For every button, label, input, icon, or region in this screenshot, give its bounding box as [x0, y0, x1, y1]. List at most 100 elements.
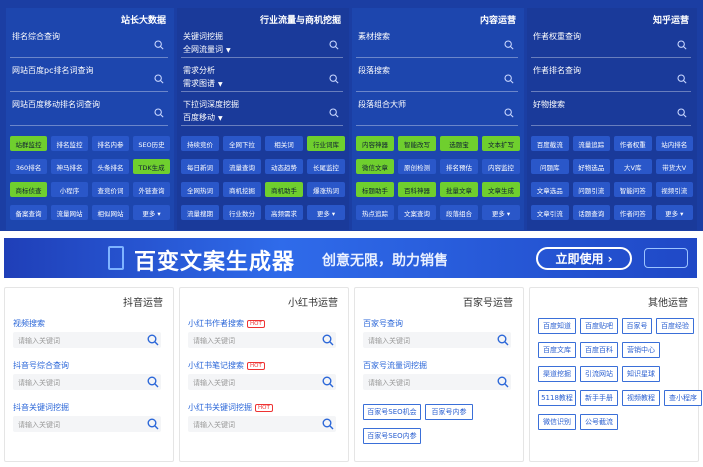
other-ops-link-button[interactable]: 新手手册	[580, 390, 618, 406]
search-icon[interactable]	[147, 418, 159, 430]
search-icon[interactable]	[504, 108, 514, 118]
panel-search-field[interactable]: 好物搜索	[531, 96, 691, 126]
tool-button[interactable]: 大V库	[614, 159, 652, 174]
tool-button[interactable]: 头条排名	[92, 159, 129, 174]
other-ops-link-button[interactable]: 营销中心	[622, 342, 660, 358]
baijia-insider-button[interactable]: 百家号内参	[425, 404, 473, 420]
tool-button[interactable]: 标题助手	[356, 182, 394, 197]
tool-button[interactable]: 爆涨热词	[307, 182, 345, 197]
tool-button[interactable]: 持续竞价	[181, 136, 219, 151]
search-icon[interactable]	[154, 74, 164, 84]
tool-button[interactable]: 文本扩写	[482, 136, 520, 151]
panel-search-field[interactable]: 段落搜索	[356, 62, 518, 92]
tool-button[interactable]: 流量查询	[223, 159, 261, 174]
use-now-button[interactable]: 立即使用 ›	[536, 247, 632, 270]
other-ops-link-button[interactable]: 视频教程	[622, 390, 660, 406]
douyin-video-search-label[interactable]: 视频搜索	[13, 318, 45, 329]
panel-search-field[interactable]: 作者权重查询	[531, 28, 691, 58]
xhs-keyword-mining-label[interactable]: 小红书关键词挖掘 HOT	[188, 402, 273, 413]
tool-button[interactable]: 流量搜期	[181, 205, 219, 220]
tool-button[interactable]: 查竞价词	[92, 182, 129, 197]
tool-button[interactable]: 百度截流	[531, 136, 569, 151]
search-icon[interactable]	[147, 376, 159, 388]
other-ops-link-button[interactable]: 5118教程	[538, 390, 576, 406]
tool-button[interactable]: 问题引流	[572, 182, 610, 197]
search-icon[interactable]	[322, 334, 334, 346]
search-icon[interactable]	[154, 40, 164, 50]
tool-button[interactable]: 全网热词	[181, 182, 219, 197]
tool-button[interactable]: 备案查询	[10, 205, 47, 220]
douyin-keyword-mining-input[interactable]: 请输入关键词	[13, 416, 161, 432]
search-icon[interactable]	[147, 334, 159, 346]
other-ops-link-button[interactable]: 百家号	[622, 318, 652, 334]
other-ops-link-button[interactable]: 百度知道	[538, 318, 576, 334]
more-dropdown-button[interactable]: 更多 ▾	[655, 205, 693, 220]
tool-button[interactable]: 内容监控	[482, 159, 520, 174]
search-icon[interactable]	[504, 40, 514, 50]
tool-button[interactable]: 作者问答	[614, 205, 652, 220]
more-dropdown-button[interactable]: 更多 ▾	[133, 205, 170, 220]
panel-search-field[interactable]: 网站百度pc排名词查询	[10, 62, 168, 92]
other-ops-link-button[interactable]: 百度贴吧	[580, 318, 618, 334]
tool-button[interactable]: 商标侦查	[10, 182, 47, 197]
search-icon[interactable]	[322, 418, 334, 430]
more-dropdown-button[interactable]: 更多 ▾	[307, 205, 345, 220]
douyin-video-search-input[interactable]: 请输入关键词	[13, 332, 161, 348]
xhs-note-search-label[interactable]: 小红书笔记搜索 HOT	[188, 360, 265, 371]
search-icon[interactable]	[154, 108, 164, 118]
other-ops-link-button[interactable]: 查小程序	[664, 390, 702, 406]
xhs-author-search-input[interactable]: 请输入关键词	[188, 332, 336, 348]
search-icon[interactable]	[329, 108, 339, 118]
search-icon[interactable]	[677, 108, 687, 118]
tool-button[interactable]: 外链查询	[133, 182, 170, 197]
baijia-query-label[interactable]: 百家号查询	[363, 318, 403, 329]
tool-button[interactable]: 排名监控	[51, 136, 88, 151]
tool-button[interactable]: 选题宝	[440, 136, 478, 151]
other-ops-link-button[interactable]: 微信识别	[538, 414, 576, 430]
tool-button[interactable]: 微信文章	[356, 159, 394, 174]
tool-button[interactable]: 文章选品	[531, 182, 569, 197]
field-dropdown[interactable]: 百度移动 ▼	[183, 112, 223, 123]
tool-button[interactable]: 热点追踪	[356, 205, 394, 220]
tool-button[interactable]: 文案查询	[398, 205, 436, 220]
tool-button[interactable]: 作者权重	[614, 136, 652, 151]
other-ops-link-button[interactable]: 百度经验	[656, 318, 694, 334]
tool-button[interactable]: 智能问答	[614, 182, 652, 197]
field-dropdown[interactable]: 需求图谱 ▼	[183, 78, 223, 89]
tool-button[interactable]: 每日新词	[181, 159, 219, 174]
search-icon[interactable]	[497, 334, 509, 346]
other-ops-link-button[interactable]: 百度文库	[538, 342, 576, 358]
tool-button[interactable]: 相关词	[265, 136, 303, 151]
panel-search-field[interactable]: 作者排名查询	[531, 62, 691, 92]
tool-button[interactable]: 360排名	[10, 159, 47, 174]
panel-search-field[interactable]: 网站百度移动排名词查询	[10, 96, 168, 126]
tool-button[interactable]: 行业词库	[307, 136, 345, 151]
other-ops-link-button[interactable]: 渠道挖掘	[538, 366, 576, 382]
tool-button[interactable]: 行业数分	[223, 205, 261, 220]
search-icon[interactable]	[329, 40, 339, 50]
tool-button[interactable]: 排名内参	[92, 136, 129, 151]
search-icon[interactable]	[497, 376, 509, 388]
tool-button[interactable]: 商机挖掘	[223, 182, 261, 197]
other-ops-link-button[interactable]: 引流网站	[580, 366, 618, 382]
douyin-account-query-input[interactable]: 请输入关键词	[13, 374, 161, 390]
tool-button[interactable]: 视频引流	[655, 182, 693, 197]
panel-search-field[interactable]: 需求分析 需求图谱 ▼	[181, 62, 343, 92]
tool-button[interactable]: 站内排名	[655, 136, 693, 151]
tool-button[interactable]: 动态趋势	[265, 159, 303, 174]
panel-search-field[interactable]: 下拉词深度挖掘 百度移动 ▼	[181, 96, 343, 126]
baijia-seo-insider-button[interactable]: 百家号SEO内参	[363, 428, 421, 444]
douyin-keyword-mining-label[interactable]: 抖音关键词挖掘	[13, 402, 69, 413]
panel-search-field[interactable]: 段落组合大师	[356, 96, 518, 126]
tool-button[interactable]: SEO历史	[133, 136, 170, 151]
search-icon[interactable]	[329, 74, 339, 84]
douyin-account-query-label[interactable]: 抖音号综合查询	[13, 360, 69, 371]
tool-button[interactable]: 问题库	[531, 159, 569, 174]
tool-button[interactable]: 全网下拉	[223, 136, 261, 151]
tool-button[interactable]: 带货大V	[655, 159, 693, 174]
tool-button[interactable]: 文章引流	[531, 205, 569, 220]
panel-search-field[interactable]: 素材搜索	[356, 28, 518, 58]
search-icon[interactable]	[677, 40, 687, 50]
tool-button[interactable]: 好物选品	[572, 159, 610, 174]
tool-button[interactable]: 百科神器	[398, 182, 436, 197]
